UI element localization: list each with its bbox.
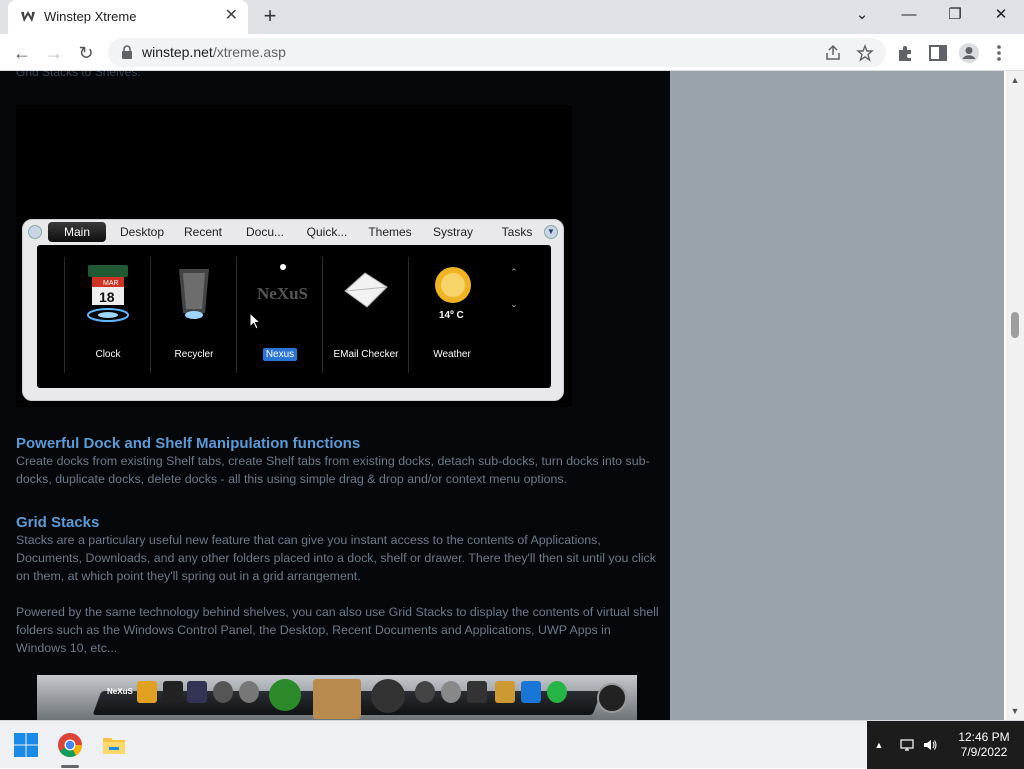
nexus-logo-text: NeXuS — [257, 284, 309, 303]
shelf-screenshot: Main Desktop Recent Docu... Quick... The… — [22, 219, 564, 401]
dock-edge-icon — [521, 681, 541, 703]
winstep-favicon-icon — [21, 11, 35, 22]
section-body-grid-stacks: Stacks are a particulary useful new feat… — [16, 533, 656, 583]
network-icon[interactable] — [899, 737, 915, 753]
url-text[interactable]: winstep.net/xtreme.asp — [142, 44, 286, 60]
start-icon[interactable] — [12, 731, 40, 759]
shelf-menu-icon — [28, 225, 42, 239]
url-host: winstep.net — [142, 44, 213, 60]
volume-icon[interactable] — [922, 737, 938, 753]
nexus-label: Nexus — [262, 348, 298, 361]
shelf-item-clock: MAR 18 Clock — [64, 257, 150, 373]
browser-tab[interactable]: Winstep Xtreme ✕ — [8, 0, 248, 34]
more-menu-icon[interactable] — [992, 42, 1006, 64]
tab-title: Winstep Xtreme — [44, 9, 137, 24]
shelf-scroll-down-icon: ⌄ — [510, 299, 518, 309]
shelf-tab-tasks: Tasks — [501, 225, 533, 239]
shelf-tab-quick: Quick... — [306, 225, 348, 239]
clock-day: 18 — [99, 289, 115, 305]
cut-off-text: Grid Stacks to Shelves. — [16, 71, 141, 79]
taskbar-clock[interactable]: 12:46 PM 7/9/2022 — [949, 730, 1019, 760]
dock-app-icon — [187, 681, 207, 703]
tab-close-icon[interactable]: ✕ — [225, 8, 238, 24]
dock-app-icon — [415, 681, 435, 703]
item-label: Weather — [433, 349, 471, 360]
back-button[interactable]: ← — [9, 40, 35, 66]
clock-date: 7/9/2022 — [960, 745, 1008, 759]
section-body-dock-shelf: Create docks from existing Shelf tabs, c… — [16, 454, 650, 486]
side-panel-icon[interactable] — [927, 42, 949, 64]
url-path: /xtreme.asp — [212, 44, 286, 60]
section-body-grid-stacks-2: Powered by the same technology behind sh… — [16, 605, 659, 655]
dock-app-icon — [137, 681, 157, 703]
shelf-dropdown-icon: ▼ — [544, 225, 558, 239]
item-label: Recycler — [174, 349, 214, 360]
shelf-scroll-up-icon: ⌃ — [510, 267, 518, 277]
dock-app-icon — [239, 681, 259, 703]
scroll-up-icon[interactable]: ▲ — [1010, 75, 1020, 85]
dock-app-icon — [467, 681, 487, 703]
dock-app-icon — [495, 681, 515, 703]
dock-winstep-box-icon — [313, 679, 361, 719]
weather-temp: 14º C — [439, 310, 464, 321]
file-explorer-icon[interactable] — [100, 731, 128, 759]
dock-app-icon — [441, 681, 461, 703]
dock-speaker-icon — [371, 679, 405, 713]
clock-time: 12:46 PM — [958, 730, 1010, 744]
dock-whatsapp-icon — [547, 681, 567, 703]
shelf-tab-recent: Recent — [183, 225, 223, 239]
shelf-item-email-checker: EMail Checker — [322, 257, 408, 373]
section-heading-grid-stacks: Grid Stacks — [16, 514, 100, 531]
shelf-tab-systray: Systray — [432, 225, 473, 239]
shelf-tab-main: Main — [48, 222, 106, 242]
forward-button[interactable]: → — [41, 40, 67, 66]
clock-month: MAR — [103, 280, 119, 287]
dock-app-icon — [213, 681, 233, 703]
scroll-down-icon[interactable]: ▼ — [1010, 706, 1020, 716]
tab-strip: Winstep Xtreme ✕ + ⌄ — ❐ ✕ — [0, 0, 1024, 34]
shelf-item-recycler: Recycler — [150, 257, 236, 373]
recycler-icon — [179, 269, 209, 319]
item-label-selected: Nexus — [237, 348, 323, 361]
reload-button[interactable]: ↻ — [73, 40, 99, 66]
item-label: EMail Checker — [333, 349, 399, 360]
shelf-tab-documents: Docu... — [245, 225, 284, 239]
dock-screenshot: NeXuS — [37, 675, 637, 720]
windows-taskbar: ▲ 12:46 PM 7/9/2022 — [0, 720, 1024, 769]
dock-nexus-logo: NeXuS — [107, 687, 133, 696]
restore-button[interactable]: ❐ — [933, 0, 977, 30]
vertical-scrollbar[interactable]: ▲ ▼ — [1006, 71, 1024, 720]
mouse-cursor-icon — [249, 312, 261, 330]
scrollbar-thumb[interactable] — [1011, 312, 1019, 338]
email-checker-icon — [344, 272, 388, 308]
tab-search-icon[interactable]: ⌄ — [840, 0, 884, 30]
browser-toolbar: ← → ↻ winstep.net/xtreme.asp — [0, 34, 1024, 71]
main-content: Grid Stacks to Shelves. Main Desktop Rec… — [0, 71, 670, 720]
shelf-tab-themes: Themes — [368, 225, 412, 239]
shelf-item-weather: 14º C Weather — [408, 257, 494, 373]
address-bar[interactable]: winstep.net/xtreme.asp — [108, 38, 886, 67]
lock-icon[interactable] — [120, 45, 134, 59]
tray-overflow-icon[interactable]: ▲ — [867, 721, 891, 769]
dock-power-icon — [269, 679, 301, 711]
dock-app-icon — [163, 681, 183, 703]
right-sidebar — [670, 71, 1004, 720]
shelf-panel: MAR 18 Clock Recycler NeXuS Nexus EMail … — [37, 245, 551, 388]
close-window-button[interactable]: ✕ — [979, 0, 1023, 30]
minimize-button[interactable]: — — [887, 0, 931, 30]
system-tray: 12:46 PM 7/9/2022 — [891, 721, 1024, 769]
bookmark-star-icon[interactable] — [856, 44, 874, 62]
page-viewport: Grid Stacks to Shelves. Main Desktop Rec… — [0, 71, 1024, 720]
item-label: Clock — [95, 349, 121, 360]
weather-icon — [435, 267, 471, 303]
extensions-puzzle-icon[interactable] — [895, 42, 917, 64]
section-heading-dock-shelf: Powerful Dock and Shelf Manipulation fun… — [16, 435, 361, 452]
shelf-tab-desktop: Desktop — [119, 225, 165, 239]
chrome-icon[interactable] — [56, 731, 84, 759]
dock-clock-icon — [597, 683, 627, 713]
new-tab-button[interactable]: + — [258, 4, 282, 28]
profile-avatar-icon[interactable] — [958, 42, 980, 64]
share-icon[interactable] — [824, 44, 842, 62]
